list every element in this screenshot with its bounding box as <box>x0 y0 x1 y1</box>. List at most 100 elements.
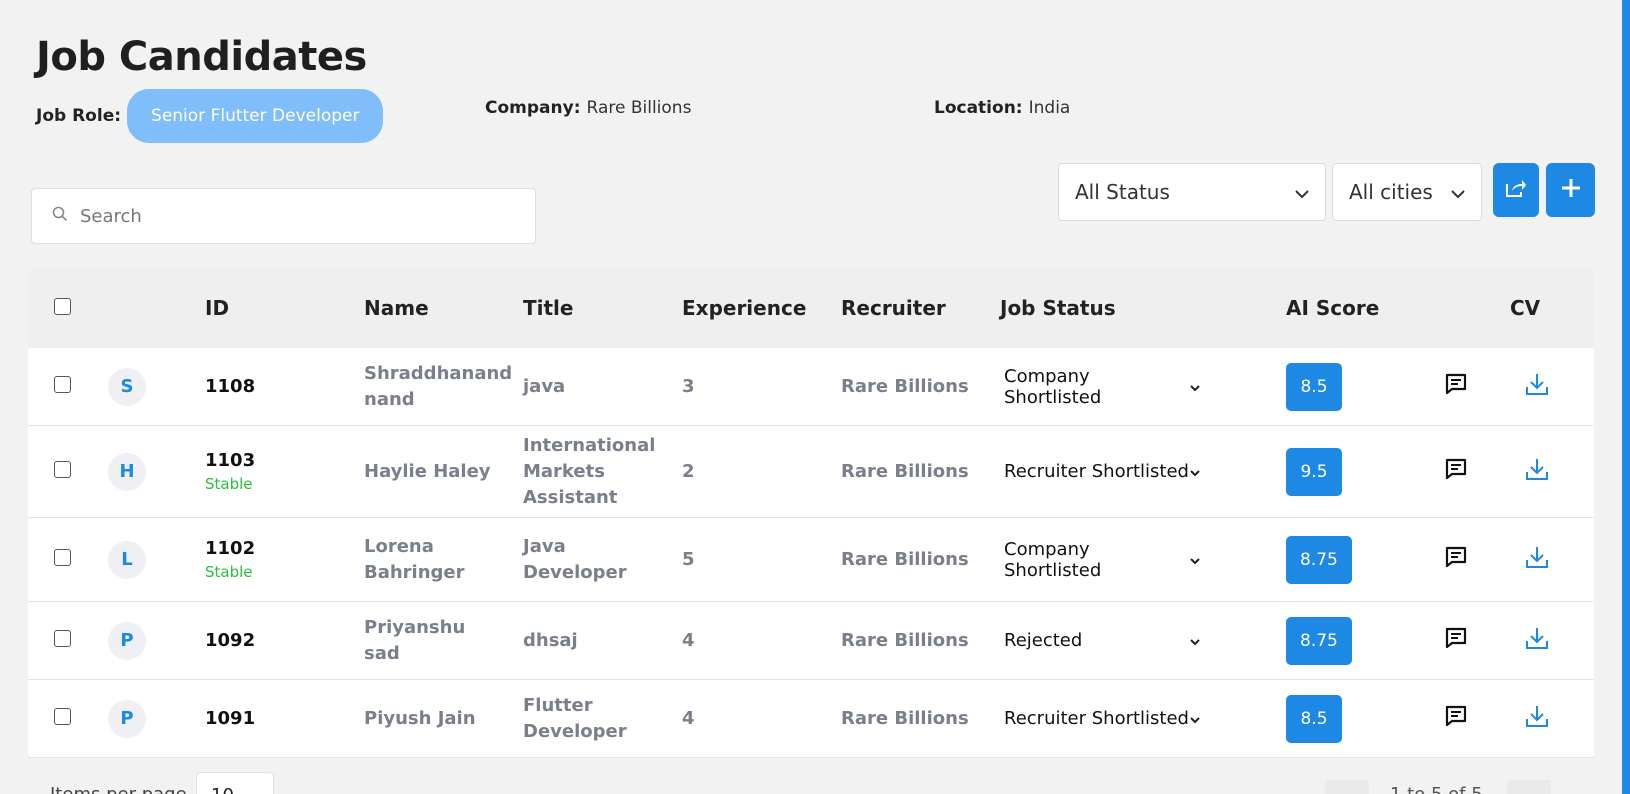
table-header: ID Name Title Experience Recruiter Job S… <box>28 268 1594 348</box>
candidate-name[interactable]: Haylie Haley <box>364 459 523 485</box>
job-status-value: Recruiter Shortlisted <box>1004 461 1189 482</box>
column-header-cv[interactable]: CV <box>1510 296 1570 320</box>
share-button[interactable] <box>1493 163 1539 217</box>
candidate-recruiter: Rare Billions <box>841 460 969 482</box>
status-filter-value: All Status <box>1075 180 1170 204</box>
job-status-value: Company Shortlisted <box>1004 365 1102 408</box>
pagination-range: 1 to 5 of 5 <box>1390 784 1483 794</box>
company-label: Company: <box>485 98 581 118</box>
column-header-ai-score[interactable]: AI Score <box>1286 296 1410 320</box>
column-header-id[interactable]: ID <box>205 296 364 320</box>
search-input[interactable] <box>80 205 500 227</box>
download-icon <box>1524 703 1550 734</box>
candidate-recruiter: Rare Billions <box>841 707 969 729</box>
download-cv-button[interactable] <box>1510 456 1570 487</box>
status-filter-select[interactable]: All Status <box>1058 163 1326 221</box>
download-cv-button[interactable] <box>1510 371 1570 402</box>
download-cv-button[interactable] <box>1510 544 1570 575</box>
add-candidate-button[interactable] <box>1546 163 1595 217</box>
row-checkbox[interactable] <box>54 629 71 647</box>
comment-button[interactable] <box>1410 457 1510 486</box>
job-status-select[interactable]: Rejected <box>1000 630 1200 651</box>
comment-button[interactable] <box>1410 626 1510 655</box>
row-checkbox[interactable] <box>54 548 71 566</box>
chevron-down-icon <box>1190 630 1200 651</box>
row-checkbox[interactable] <box>54 460 71 478</box>
company-info: Company: Rare Billions <box>485 98 691 118</box>
comment-button[interactable] <box>1410 704 1510 733</box>
column-header-experience[interactable]: Experience <box>682 296 841 320</box>
scrollbar[interactable] <box>1622 0 1630 794</box>
candidate-title: Flutter Developer <box>523 694 627 742</box>
candidate-name[interactable]: Piyush Jain <box>364 706 523 732</box>
comment-button[interactable] <box>1410 545 1510 574</box>
prev-page-button[interactable] <box>1325 780 1369 794</box>
job-role-label: Job Role: <box>36 106 122 126</box>
candidate-id: 1108 <box>205 376 256 397</box>
candidate-experience: 3 <box>682 375 695 397</box>
candidate-id: 1092 <box>205 630 256 651</box>
location-value: India <box>1028 98 1071 118</box>
chevron-down-icon <box>1190 708 1200 729</box>
chevron-down-icon <box>1451 180 1465 204</box>
column-header-job-status[interactable]: Job Status <box>1000 296 1286 320</box>
download-cv-button[interactable] <box>1510 625 1570 656</box>
search-box[interactable] <box>31 188 536 244</box>
candidate-title: International Markets Assistant <box>523 434 656 508</box>
plus-icon <box>1560 177 1582 203</box>
table-row[interactable]: L 1102 Stable Lorena Bahringer Java Deve… <box>28 518 1594 602</box>
candidate-recruiter: Rare Billions <box>841 548 969 570</box>
candidate-id: 1091 <box>205 708 256 729</box>
ai-score-badge: 8.75 <box>1286 616 1352 665</box>
page-title: Job Candidates <box>36 34 367 80</box>
candidate-name[interactable]: Priyanshu sad <box>364 615 465 667</box>
comment-icon <box>1444 372 1468 401</box>
chevron-down-icon <box>1190 376 1200 397</box>
ai-score-badge: 8.5 <box>1286 694 1342 743</box>
candidate-experience: 4 <box>682 707 695 729</box>
candidate-title: dhsaj <box>523 629 578 651</box>
candidate-recruiter: Rare Billions <box>841 375 969 397</box>
candidate-recruiter: Rare Billions <box>841 629 969 651</box>
comment-icon <box>1444 457 1468 486</box>
table-row[interactable]: P 1092 Priyanshu sad dhsaj 4 Rare Billio… <box>28 602 1594 680</box>
job-status-value: Rejected <box>1004 630 1083 651</box>
avatar: S <box>108 367 146 406</box>
ai-score-badge: 8.75 <box>1286 535 1352 584</box>
chevron-down-icon <box>1190 549 1200 570</box>
job-status-select[interactable]: Recruiter Shortlisted <box>1000 461 1200 482</box>
select-all-checkbox[interactable] <box>54 298 71 315</box>
job-status-value: Company Shortlisted <box>1004 538 1102 581</box>
job-status-select[interactable]: Company Shortlisted <box>1000 539 1200 581</box>
comment-button[interactable] <box>1410 372 1510 401</box>
download-icon <box>1524 544 1550 575</box>
table-row[interactable]: P 1091 Piyush Jain Flutter Developer 4 R… <box>28 680 1594 758</box>
column-header-recruiter[interactable]: Recruiter <box>841 296 1000 320</box>
items-per-page-label: Items per page <box>50 784 187 794</box>
city-filter-select[interactable]: All cities <box>1332 163 1482 221</box>
job-role-info: Job Role: Senior Flutter Developer <box>36 89 384 143</box>
job-status-value: Recruiter Shortlisted <box>1004 708 1189 729</box>
chevron-down-icon <box>1295 180 1309 204</box>
job-status-select[interactable]: Recruiter Shortlisted <box>1000 708 1200 729</box>
items-per-page-select[interactable]: 10 <box>196 772 274 794</box>
candidate-name[interactable]: Shraddhanand nand <box>364 361 512 413</box>
table-row[interactable]: S 1108 Shraddhanand nand java 3 Rare Bil… <box>28 348 1594 426</box>
avatar: L <box>108 540 146 579</box>
ai-score-badge: 9.5 <box>1286 447 1342 496</box>
download-cv-button[interactable] <box>1510 703 1570 734</box>
next-page-button[interactable] <box>1507 780 1551 794</box>
job-role-badge: Senior Flutter Developer <box>127 89 384 143</box>
row-checkbox[interactable] <box>54 707 71 725</box>
column-header-title[interactable]: Title <box>523 296 682 320</box>
job-status-select[interactable]: Company Shortlisted <box>1000 366 1200 408</box>
table-row[interactable]: H 1103 Stable Haylie Haley International… <box>28 426 1594 518</box>
candidate-title: java <box>523 375 566 397</box>
candidate-name[interactable]: Lorena Bahringer <box>364 534 465 586</box>
chevron-down-icon <box>1190 461 1200 482</box>
location-info: Location: India <box>934 98 1070 118</box>
company-value: Rare Billions <box>586 98 692 118</box>
avatar: H <box>108 452 146 491</box>
row-checkbox[interactable] <box>54 375 71 393</box>
column-header-name[interactable]: Name <box>364 296 523 320</box>
